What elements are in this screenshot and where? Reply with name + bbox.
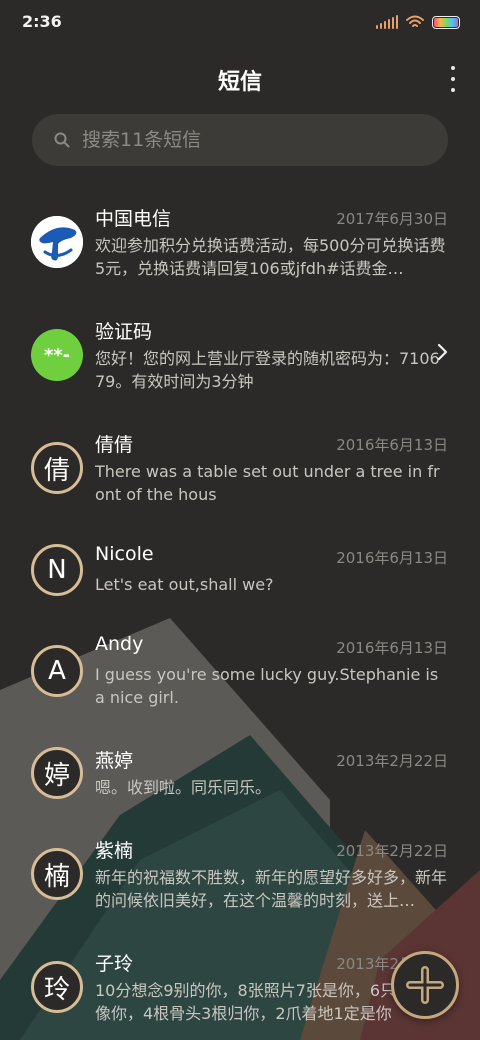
status-bar: 2:36 [0, 0, 480, 44]
avatar: 婷 [31, 747, 83, 799]
avatar: 楠 [31, 848, 83, 900]
sender-name: Andy [95, 633, 144, 655]
message-date: 2013年2月22日 [336, 842, 448, 860]
message-preview: 嗯。收到啦。同乐同乐。 [95, 778, 272, 797]
sender-name: 验证码 [95, 321, 153, 343]
sender-name: 倩倩 [95, 434, 134, 456]
avatar-initial: 倩 [43, 455, 70, 486]
avatar [31, 216, 83, 268]
status-icons [376, 14, 460, 30]
app-header: 短信 [0, 56, 480, 100]
conversation-item[interactable]: 楠 紫楠 2013年2月22日 新年的祝福数不胜数，新年的愿望好多好多，新年的问… [0, 822, 480, 922]
page-title: 短信 [217, 70, 262, 95]
avatar-initial: N [47, 555, 67, 585]
sender-name: 燕婷 [95, 750, 134, 772]
message-preview: 您好！您的网上营业厅登录的随机密码为：710679。有效时间为3分钟 [95, 349, 440, 391]
message-preview: 欢迎参加积分兑换话费活动，每500分可兑换话费5元，兑换话费请回复106或jfd… [95, 236, 446, 278]
sender-name: 子玲 [95, 953, 134, 975]
conversation-item[interactable]: A Andy 2016年6月13日 I guess you're some lu… [0, 619, 480, 719]
more-options-button[interactable] [448, 66, 458, 92]
plus-icon [406, 966, 444, 1004]
new-message-button[interactable] [391, 951, 459, 1019]
search-icon [54, 132, 70, 148]
message-date: 2016年6月13日 [336, 436, 448, 454]
message-date: 2016年6月13日 [336, 639, 448, 657]
conversation-item[interactable]: 婷 燕婷 2013年2月22日 嗯。收到啦。同乐同乐。 [0, 732, 480, 832]
avatar: **- [31, 329, 83, 381]
avatar: 倩 [31, 442, 83, 494]
avatar: N [31, 544, 83, 596]
message-date: 2016年6月13日 [336, 549, 448, 567]
sender-name: 中国电信 [95, 208, 172, 230]
avatar-initial: A [48, 656, 66, 686]
message-preview: 新年的祝福数不胜数，新年的愿望好多好多，新年的问候依旧美好，在这个温馨的时刻，送… [95, 868, 447, 910]
message-preview: I guess you're some lucky guy.Stephanie … [95, 665, 439, 707]
sender-name: 紫楠 [95, 840, 134, 862]
battery-icon [432, 15, 460, 29]
conversation-item[interactable]: N Nicole 2016年6月13日 Let's eat out,shall … [0, 529, 480, 629]
wifi-icon [406, 15, 424, 27]
avatar-initial: 婷 [43, 760, 70, 791]
china-telecom-logo-icon [31, 216, 83, 268]
avatar: A [31, 645, 83, 697]
conversation-item[interactable]: 中国电信 2017年6月30日 欢迎参加积分兑换话费活动，每500分可兑换话费5… [0, 190, 480, 290]
message-date: 2017年6月30日 [336, 210, 448, 228]
status-time: 2:36 [22, 12, 62, 31]
avatar-initial: 楠 [43, 861, 70, 892]
conversation-item[interactable]: 倩 倩倩 2016年6月13日 There was a table set ou… [0, 416, 480, 516]
more-vertical-icon [451, 66, 455, 70]
avatar-initial: 玲 [43, 974, 70, 1005]
message-date: 2013年2月22日 [336, 752, 448, 770]
avatar: 玲 [31, 961, 83, 1013]
message-preview: There was a table set out under a tree i… [95, 462, 440, 504]
avatar-initial: **- [43, 344, 71, 366]
chevron-right-icon[interactable] [434, 341, 450, 363]
conversation-item[interactable]: **- 验证码 您好！您的网上营业厅登录的随机密码为：710679。有效时间为3… [0, 303, 480, 403]
search-input[interactable] [82, 129, 402, 151]
search-bar[interactable] [32, 114, 448, 166]
sender-name: Nicole [95, 543, 154, 565]
message-preview: Let's eat out,shall we? [95, 575, 274, 594]
signal-icon [376, 15, 398, 29]
